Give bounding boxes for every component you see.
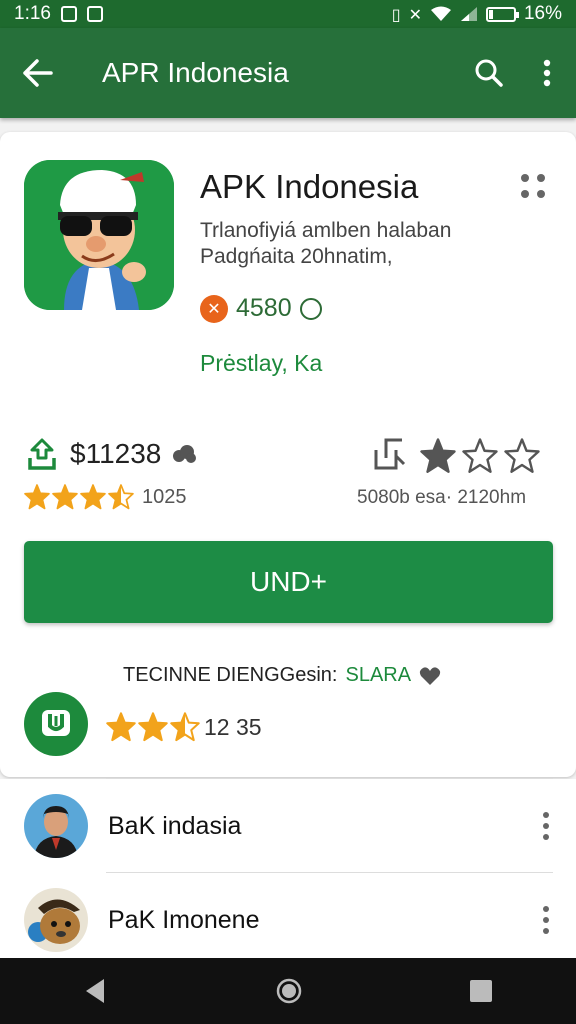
app-description: Trlanofiyiá amlben halaban Padgńaita 20h…: [200, 218, 520, 270]
heart-icon[interactable]: [419, 666, 441, 686]
nav-home-icon[interactable]: [275, 977, 303, 1005]
more-vert-icon[interactable]: [543, 906, 551, 934]
rating-count: 1025: [142, 485, 187, 508]
battery-icon: [485, 6, 519, 22]
star-icon: [504, 438, 540, 473]
nav-recents-icon[interactable]: [468, 978, 494, 1004]
app-bar: APR Indonesia: [0, 28, 576, 118]
promo-rating: 12 35: [106, 712, 262, 742]
rating-row: 1025: [24, 484, 187, 510]
rating-stars: [24, 484, 134, 510]
install-button[interactable]: UND+: [24, 541, 553, 623]
star-icon: [24, 484, 50, 510]
developer-link[interactable]: Prėstlay, Ka: [200, 350, 322, 377]
promo-badge-icon[interactable]: [24, 692, 88, 756]
list-item-name: PaK Imonene: [108, 905, 260, 934]
size-info: 5080b esa· 2120hm: [357, 487, 527, 508]
more-vert-icon[interactable]: [543, 812, 551, 840]
avatar: [24, 794, 88, 858]
promo-rating-text: 12 35: [204, 713, 262, 740]
list-item[interactable]: BaK indasia: [0, 779, 576, 873]
image-notification-icon: [86, 6, 103, 22]
star-icon: [462, 438, 498, 473]
close-badge-icon: ✕: [200, 294, 228, 323]
description-line-2: Padgńaita 20hnatim,: [200, 245, 393, 268]
more-vert-icon[interactable]: [518, 59, 576, 87]
promo-stars: [106, 712, 200, 742]
description-line-1: Trlanofiyiá amlben halaban: [200, 219, 452, 242]
downloads-count: 4580: [236, 294, 292, 322]
promo-label: TECINNE DIENGGesin:: [123, 664, 338, 686]
status-bar: 1:16 ▯ ✕ 16%: [0, 0, 576, 28]
no-signal-icon: ✕: [408, 4, 422, 24]
app-name: APK Indonesia: [200, 168, 419, 205]
star-icon: [106, 712, 136, 742]
star-icon: [420, 438, 456, 473]
avatar: [24, 888, 88, 952]
star-icon: [138, 712, 168, 742]
star-icon: [52, 484, 78, 510]
nav-back-icon[interactable]: [82, 977, 110, 1005]
list-item-name: BaK indasia: [108, 811, 242, 840]
review-stars[interactable]: [420, 438, 540, 474]
app-bar-title: APR Indonesia: [102, 57, 289, 88]
back-arrow-icon[interactable]: [0, 59, 76, 87]
star-icon: [108, 484, 134, 510]
system-nav-bar: [0, 958, 576, 1024]
download-circle-icon: [299, 297, 322, 320]
downloads-row: ✕ 4580: [200, 294, 322, 323]
share-icon[interactable]: [372, 436, 408, 477]
grid-more-icon[interactable]: [515, 170, 555, 200]
star-icon: [170, 712, 200, 742]
notification-icon: [60, 6, 77, 22]
promo-accent[interactable]: SLARA: [345, 664, 411, 687]
price-value: $11238: [70, 438, 162, 469]
promo-line: TECINNE DIENGGesin: SLARA: [123, 664, 441, 687]
list-item[interactable]: PaK Imonene: [0, 873, 576, 967]
search-icon[interactable]: [460, 58, 518, 88]
vibrate-icon: ▯: [391, 4, 401, 24]
cloud-icon: [173, 445, 197, 463]
star-icon: [80, 484, 106, 510]
wifi-icon: [430, 6, 451, 21]
price-row: $11238: [24, 436, 197, 472]
upload-icon[interactable]: [24, 436, 60, 472]
status-time: 1:16: [14, 3, 51, 24]
battery-percent: 16%: [523, 3, 562, 24]
app-icon[interactable]: [24, 160, 174, 310]
signal-icon: [460, 7, 477, 21]
